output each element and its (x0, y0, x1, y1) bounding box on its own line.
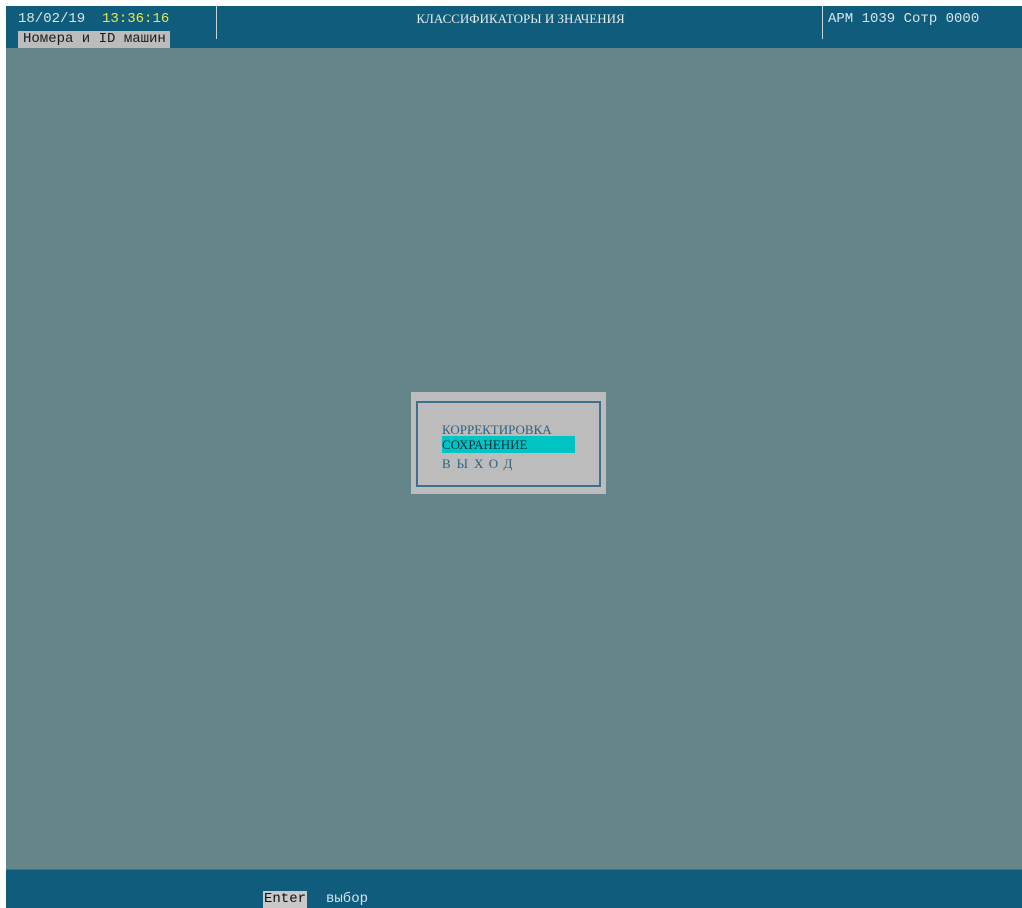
workstation-info: АРМ 1039 Сотр 0000 (828, 11, 980, 27)
header-divider (216, 6, 217, 39)
menu-item-exit[interactable]: ВЫХОД (442, 455, 518, 472)
header-date: 18/02/19 (18, 11, 86, 27)
footer-bar: Enter выбор (6, 882, 1022, 908)
date-time: 18/02/19 13:36:16 (18, 11, 169, 27)
hint-key-enter: Enter (263, 891, 308, 908)
header-divider (822, 6, 823, 39)
header-title: КЛАССИФИКАТОРЫ И ЗНАЧЕНИЯ (416, 11, 625, 26)
header-time: 13:36:16 (102, 11, 170, 27)
hint-label: выбор (326, 891, 369, 907)
footer-divider (6, 869, 1022, 882)
tab-vehicle-ids[interactable]: Номера и ID машин (18, 31, 170, 48)
menu-item-save[interactable]: СОХРАНЕНИЕ (442, 436, 575, 453)
